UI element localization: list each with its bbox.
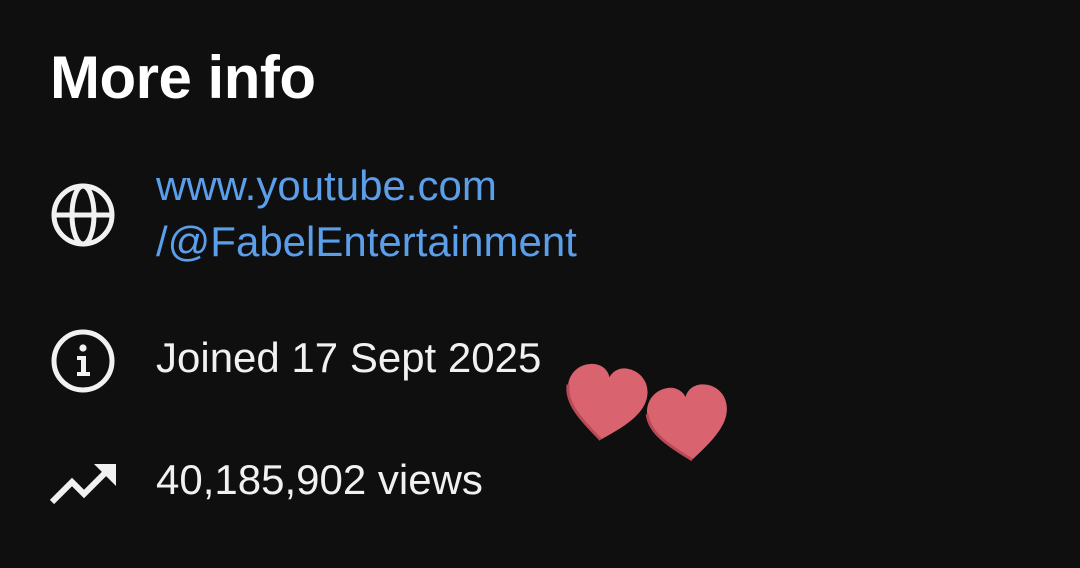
views-count-text: 40,185,902 views [156, 456, 483, 503]
heart-icon [566, 363, 648, 441]
section-title: More info [50, 44, 316, 111]
info-icon [48, 326, 118, 396]
joined-date-text: Joined 17 Sept 2025 [156, 334, 542, 381]
trending-up-icon [48, 450, 118, 520]
globe-icon [48, 180, 118, 250]
hearts-sticker [560, 358, 740, 468]
channel-link-line1[interactable]: www.youtube.com [156, 158, 577, 214]
channel-link-line2[interactable]: /@FabelEntertainment [156, 214, 577, 270]
heart-icon [645, 384, 727, 462]
